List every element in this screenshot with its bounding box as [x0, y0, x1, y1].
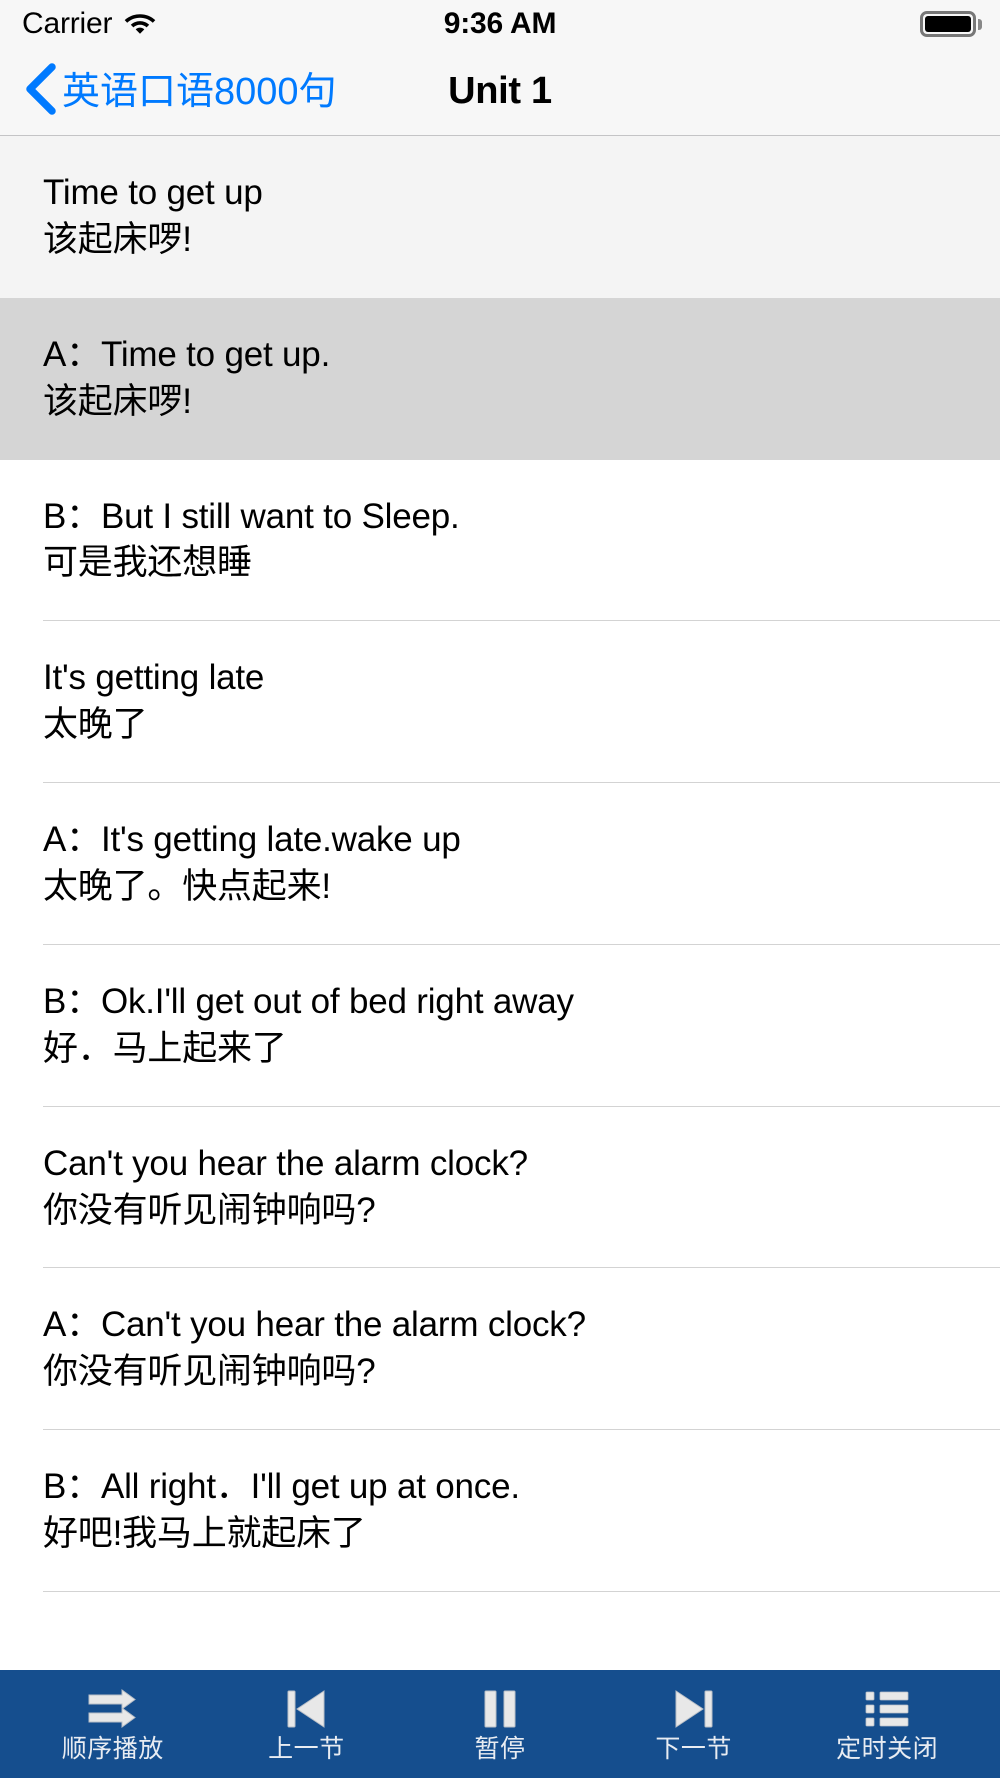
list-item[interactable]: A：Time to get up. 该起床啰! — [0, 297, 1000, 460]
sentence-chinese: 好吧!我马上就起床了 — [43, 1514, 366, 1554]
status-bar-left: Carrier — [22, 7, 156, 41]
list-item[interactable]: A：It's getting late.wake up 太晚了。快点起来! — [0, 783, 1000, 945]
sentence-chinese: 可是我还想睡 — [43, 543, 252, 583]
sentence-english: A：Time to get up. — [43, 334, 331, 374]
toolbar-button-previous-track[interactable]: 上一节 — [246, 1687, 366, 1762]
sentence-chinese: 你没有听见闹钟响吗? — [43, 1352, 376, 1392]
toolbar-label[interactable]: 顺序播放 — [62, 1736, 164, 1762]
sentence-chinese: 该起床啰! — [43, 381, 192, 421]
list-item[interactable]: Time to get up 该起床啰! — [0, 136, 1000, 298]
toolbar-label[interactable]: 下一节 — [655, 1736, 732, 1762]
sentence-chinese: 好．马上起来了 — [43, 1028, 287, 1068]
sentence-english: B：All right．I'll get up at once. — [43, 1467, 520, 1507]
toolbar-label[interactable]: 定时关闭 — [836, 1736, 938, 1762]
row-separator — [43, 1591, 1000, 1593]
sentence-chinese: 太晚了 — [43, 705, 148, 745]
wifi-icon — [124, 10, 156, 39]
sentence-english: A：It's getting late.wake up — [43, 820, 461, 860]
toolbar-button-sleep-timer[interactable]: 定时关闭 — [827, 1687, 947, 1762]
toolbar-button-pause[interactable]: 暂停 — [440, 1687, 560, 1762]
sentence-chinese: 太晚了。快点起来! — [43, 867, 331, 907]
battery-cap — [978, 18, 982, 30]
sentence-english: Can't you hear the alarm clock? — [43, 1143, 528, 1183]
toolbar-button-next-track[interactable]: 下一节 — [634, 1687, 754, 1762]
sentence-english: B：Ok.I'll get out of bed right away — [43, 981, 574, 1021]
toolbar-label[interactable]: 上一节 — [268, 1736, 345, 1762]
sentence-english: B：But I still want to Sleep. — [43, 496, 460, 536]
status-bar-right — [920, 11, 982, 37]
toolbar-button-sequential-play[interactable]: 顺序播放 — [53, 1687, 173, 1762]
battery-fill — [925, 16, 971, 32]
list-item[interactable]: A：Can't you hear the alarm clock? 你没有听见闹… — [0, 1268, 1000, 1431]
list-item[interactable]: B：All right．I'll get up at once. 好吧!我马上就… — [0, 1430, 1000, 1593]
chevron-left-icon[interactable] — [22, 63, 58, 120]
back-button-label[interactable]: 英语口语8000句 — [62, 73, 337, 111]
next-track-icon[interactable] — [672, 1687, 716, 1731]
list-item[interactable]: Can't you hear the alarm clock? 你没有听见闹钟响… — [0, 1106, 1000, 1269]
app-screen: Carrier 9:36 AM 英语口语8000句 Unit 1 Time to… — [0, 0, 1000, 1778]
sequential-play-icon[interactable] — [87, 1687, 139, 1731]
previous-track-icon[interactable] — [284, 1687, 328, 1731]
sentence-chinese: 你没有听见闹钟响吗? — [43, 1190, 376, 1230]
list-item[interactable]: It's getting late 太晚了 — [0, 621, 1000, 784]
list-timer-icon[interactable] — [864, 1687, 910, 1731]
list-item[interactable]: B：Ok.I'll get out of bed right away 好．马上… — [0, 944, 1000, 1107]
sentence-english: A：Can't you hear the alarm clock? — [43, 1305, 586, 1345]
sentence-english: Time to get up — [43, 173, 263, 212]
sentence-english: It's getting late — [43, 658, 265, 698]
pause-icon[interactable] — [480, 1687, 520, 1731]
sentence-chinese: 该起床啰! — [43, 219, 192, 259]
list-item[interactable]: B：But I still want to Sleep. 可是我还想睡 — [0, 459, 1000, 622]
status-bar: Carrier 9:36 AM — [0, 0, 1000, 48]
toolbar-label[interactable]: 暂停 — [474, 1736, 525, 1762]
navigation-bar: 英语口语8000句 Unit 1 — [0, 48, 1000, 136]
back-button[interactable]: 英语口语8000句 — [22, 63, 337, 120]
player-toolbar: 顺序播放 上一节 暂停 下一节 定时关闭 — [0, 1670, 1000, 1778]
sentence-list[interactable]: Time to get up 该起床啰! A：Time to get up. 该… — [0, 136, 1000, 1670]
carrier-label: Carrier — [22, 7, 113, 40]
battery-full-icon — [920, 11, 976, 37]
